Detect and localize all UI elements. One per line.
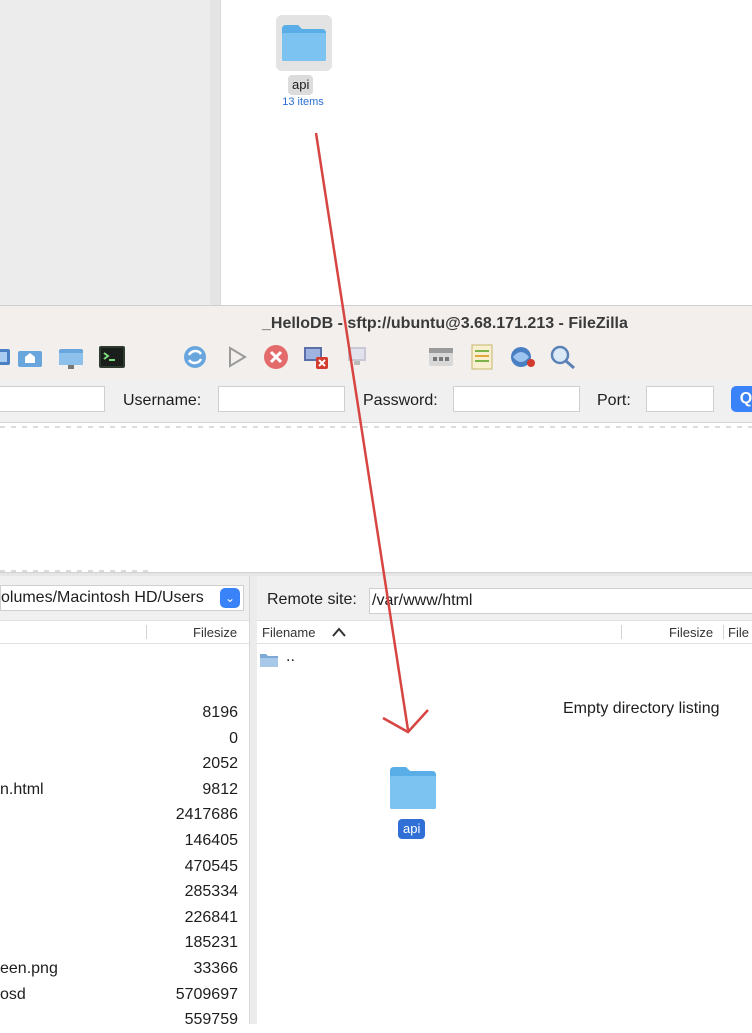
file-size: 8196 <box>202 704 238 721</box>
file-size: 2052 <box>202 755 238 773</box>
local-col-filesize[interactable]: Filesize <box>193 625 237 640</box>
column-separator[interactable] <box>146 625 147 639</box>
file-size: 9812 <box>202 780 238 798</box>
empty-listing-text: Empty directory listing <box>563 700 720 717</box>
folder-icon <box>260 654 278 667</box>
remote-column-header: Filename Filesize File <box>257 620 752 644</box>
column-separator[interactable] <box>621 625 622 639</box>
port-label: Port: <box>597 392 631 409</box>
compare-icon[interactable] <box>467 343 497 371</box>
finder-sidebar <box>0 0 210 305</box>
cancel-icon[interactable] <box>261 343 291 371</box>
parent-directory-label: .. <box>286 648 295 665</box>
window-title: _HelloDB - sftp://ubuntu@3.68.171.213 - … <box>262 315 628 332</box>
table-row[interactable]: 2052 <box>0 752 249 777</box>
process-queue-icon[interactable] <box>222 343 252 371</box>
sort-ascending-icon <box>332 627 346 637</box>
port-field[interactable] <box>646 386 714 412</box>
remote-site-label: Remote site: <box>267 591 357 608</box>
message-log <box>0 423 752 571</box>
remote-path-input[interactable]: /var/www/html <box>369 588 752 614</box>
terminal-icon[interactable] <box>97 343 127 371</box>
chevron-down-icon[interactable]: ⌄ <box>220 588 240 608</box>
table-row[interactable]: osd 5709697 <box>0 983 249 1008</box>
file-size: 559759 <box>184 1011 238 1029</box>
file-size: 285334 <box>184 883 238 901</box>
table-row[interactable]: 8196 <box>0 701 249 726</box>
local-path-input[interactable]: olumes/Macintosh HD/Users <box>0 585 244 611</box>
local-pane: olumes/Macintosh HD/Users ⌄ Filesize 819… <box>0 576 249 1028</box>
table-row[interactable]: een.png 33366 <box>0 957 249 982</box>
quickconnect-button[interactable]: Q <box>731 386 752 412</box>
password-label: Password: <box>363 392 438 409</box>
dragged-folder-label: api <box>398 819 426 839</box>
remote-col-filetype[interactable]: File <box>728 625 749 640</box>
table-row[interactable]: 470545 <box>0 855 249 880</box>
quickconnect-bar: Username: Password: Port: Q <box>0 380 752 423</box>
title-bar: _HelloDB - sftp://ubuntu@3.68.171.213 - … <box>0 305 752 381</box>
password-field[interactable] <box>453 386 580 412</box>
host-field[interactable] <box>0 386 105 412</box>
table-row[interactable]: 0 <box>0 727 249 752</box>
finder-folder-label[interactable]: api <box>288 75 314 95</box>
dragged-folder-icon <box>390 767 436 809</box>
table-row[interactable]: 559759 <box>0 1008 249 1033</box>
file-name: een.png <box>0 960 58 977</box>
file-size: 5709697 <box>175 985 238 1003</box>
remote-pane: Remote site: /var/www/html Filename File… <box>257 576 752 1024</box>
local-column-header: Filesize <box>0 620 249 644</box>
file-size: 33366 <box>193 960 239 977</box>
column-separator[interactable] <box>723 625 724 639</box>
table-row[interactable]: n.html 9812 <box>0 778 249 803</box>
file-size: 185231 <box>184 934 238 952</box>
file-name: n.html <box>0 780 44 798</box>
file-size: 146405 <box>184 832 238 849</box>
finder-sidebar-divider[interactable] <box>210 0 221 305</box>
disconnect-icon[interactable] <box>302 343 332 371</box>
local-pathbar: olumes/Macintosh HD/Users ⌄ <box>0 576 249 620</box>
remote-col-filesize[interactable]: Filesize <box>669 625 713 640</box>
table-row[interactable]: 285334 <box>0 880 249 905</box>
table-row[interactable]: 2417686 <box>0 803 249 828</box>
file-size: 470545 <box>184 857 238 875</box>
refresh-icon[interactable] <box>180 343 210 371</box>
folder-icon <box>282 25 326 61</box>
parent-directory-row[interactable]: .. <box>259 648 319 670</box>
table-row[interactable]: 185231 <box>0 931 249 956</box>
home-folder-icon[interactable] <box>15 343 45 371</box>
log-line <box>0 426 752 428</box>
sync-browse-icon[interactable] <box>507 343 537 371</box>
table-row[interactable]: 146405 <box>0 829 249 854</box>
remote-pathbar: Remote site: /var/www/html <box>257 576 752 620</box>
table-row[interactable]: 226841 <box>0 906 249 931</box>
site-manager-icon[interactable] <box>0 343 16 371</box>
file-size: 226841 <box>184 908 238 926</box>
file-size: 2417686 <box>175 806 238 824</box>
username-label: Username: <box>123 392 202 409</box>
search-icon[interactable] <box>548 343 578 371</box>
file-size: 0 <box>229 729 238 747</box>
file-name: osd <box>0 985 26 1003</box>
filezilla-window: _HelloDB - sftp://ubuntu@3.68.171.213 - … <box>0 305 752 1028</box>
local-folder-icon[interactable] <box>56 343 86 371</box>
finder-folder-api[interactable] <box>276 15 332 71</box>
remote-col-filename[interactable]: Filename <box>262 625 315 640</box>
username-field[interactable] <box>218 386 345 412</box>
reconnect-icon[interactable] <box>344 343 374 371</box>
filter-icon[interactable] <box>426 343 456 371</box>
finder-folder-item-count: 13 items <box>282 96 324 108</box>
